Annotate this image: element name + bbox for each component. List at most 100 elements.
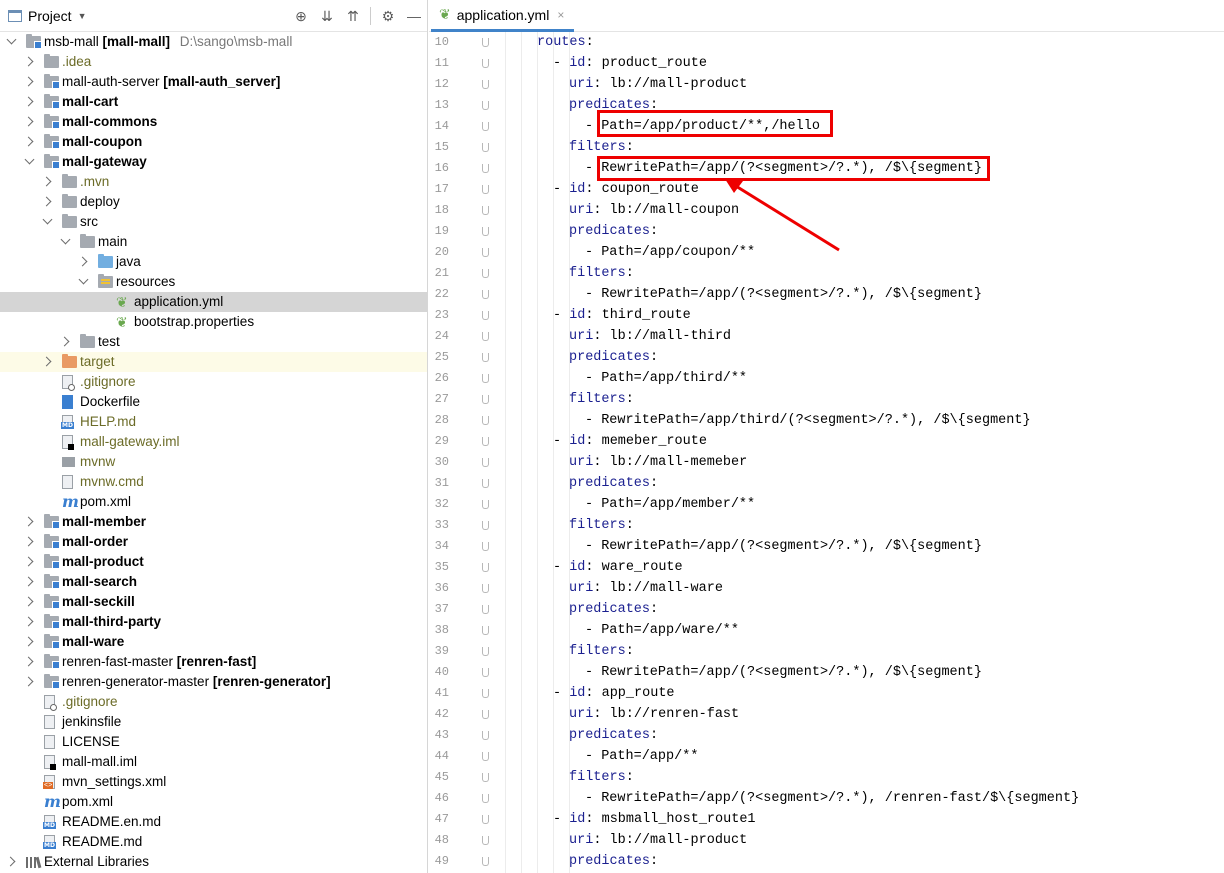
chevron-right-icon[interactable]: [23, 136, 34, 147]
fold-marker-icon[interactable]: [482, 353, 489, 362]
chevron-right-icon[interactable]: [23, 76, 34, 87]
tree-row[interactable]: mall-mall.iml: [0, 752, 427, 772]
fold-marker-icon[interactable]: [482, 38, 489, 47]
fold-marker-icon[interactable]: [482, 563, 489, 572]
fold-marker-icon[interactable]: [482, 374, 489, 383]
fold-marker-icon[interactable]: [482, 521, 489, 530]
chevron-right-icon[interactable]: [41, 196, 52, 207]
tree-row[interactable]: mall-auth-server [mall-auth_server]: [0, 72, 427, 92]
tree-row[interactable]: mall-search: [0, 572, 427, 592]
fold-marker-icon[interactable]: [482, 794, 489, 803]
fold-marker-icon[interactable]: [482, 248, 489, 257]
fold-marker-icon[interactable]: [482, 542, 489, 551]
chevron-right-icon[interactable]: [23, 616, 34, 627]
collapse-all-icon[interactable]: ⇈: [340, 8, 366, 25]
tree-row[interactable]: mall-order: [0, 532, 427, 552]
fold-marker-icon[interactable]: [482, 437, 489, 446]
fold-marker-icon[interactable]: [482, 689, 489, 698]
minimize-icon[interactable]: —: [401, 8, 427, 24]
fold-marker-icon[interactable]: [482, 605, 489, 614]
fold-marker-icon[interactable]: [482, 668, 489, 677]
tree-row[interactable]: renren-generator-master [renren-generato…: [0, 672, 427, 692]
fold-marker-icon[interactable]: [482, 836, 489, 845]
tree-row[interactable]: ❦ bootstrap.properties: [0, 312, 427, 332]
chevron-right-icon[interactable]: [41, 176, 52, 187]
fold-marker-icon[interactable]: [482, 773, 489, 782]
tree-row[interactable]: mall-third-party: [0, 612, 427, 632]
chevron-right-icon[interactable]: [23, 556, 34, 567]
fold-marker-icon[interactable]: [482, 815, 489, 824]
tree-row[interactable]: MD README.md: [0, 832, 427, 852]
project-view-selector[interactable]: Project: [28, 8, 72, 24]
tree-row[interactable]: mall-gateway: [0, 152, 427, 172]
chevron-down-icon[interactable]: [24, 154, 35, 165]
tree-row[interactable]: LICENSE: [0, 732, 427, 752]
chevron-right-icon[interactable]: [23, 516, 34, 527]
tree-row[interactable]: mall-product: [0, 552, 427, 572]
tree-row[interactable]: mvnw: [0, 452, 427, 472]
chevron-right-icon[interactable]: [23, 656, 34, 667]
tree-row[interactable]: MD HELP.md: [0, 412, 427, 432]
tree-row[interactable]: .gitignore: [0, 692, 427, 712]
fold-marker-icon[interactable]: [482, 584, 489, 593]
fold-marker-icon[interactable]: [482, 122, 489, 131]
tree-row[interactable]: mall-coupon: [0, 132, 427, 152]
fold-marker-icon[interactable]: [482, 458, 489, 467]
tree-row[interactable]: .mvn: [0, 172, 427, 192]
fold-marker-icon[interactable]: [482, 626, 489, 635]
chevron-down-icon[interactable]: [78, 274, 89, 285]
fold-marker-icon[interactable]: [482, 395, 489, 404]
tree-row[interactable]: renren-fast-master [renren-fast]: [0, 652, 427, 672]
chevron-right-icon[interactable]: [5, 856, 16, 867]
fold-marker-icon[interactable]: [482, 143, 489, 152]
chevron-right-icon[interactable]: [23, 116, 34, 127]
tree-row[interactable]: deploy: [0, 192, 427, 212]
expand-all-icon[interactable]: ⇊: [314, 8, 340, 25]
tree-row[interactable]: target: [0, 352, 427, 372]
tree-row[interactable]: mall-ware: [0, 632, 427, 652]
chevron-right-icon[interactable]: [77, 256, 88, 267]
chevron-right-icon[interactable]: [23, 536, 34, 547]
fold-marker-icon[interactable]: [482, 332, 489, 341]
tree-row[interactable]: m pom.xml: [0, 492, 427, 512]
fold-marker-icon[interactable]: [482, 857, 489, 866]
tree-row[interactable]: Dockerfile: [0, 392, 427, 412]
chevron-down-icon[interactable]: [60, 234, 71, 245]
fold-marker-icon[interactable]: [482, 59, 489, 68]
tree-row[interactable]: mall-commons: [0, 112, 427, 132]
tree-row[interactable]: .idea: [0, 52, 427, 72]
tree-row[interactable]: test: [0, 332, 427, 352]
tree-row[interactable]: java: [0, 252, 427, 272]
tree-row[interactable]: External Libraries: [0, 852, 427, 872]
fold-marker-icon[interactable]: [482, 710, 489, 719]
fold-marker-icon[interactable]: [482, 479, 489, 488]
tree-row[interactable]: m pom.xml: [0, 792, 427, 812]
tree-row[interactable]: MD README.en.md: [0, 812, 427, 832]
tree-row[interactable]: ❦ application.yml: [0, 292, 427, 312]
fold-marker-icon[interactable]: [482, 206, 489, 215]
gear-icon[interactable]: ⚙: [375, 8, 401, 25]
tree-row[interactable]: mall-seckill: [0, 592, 427, 612]
fold-marker-icon[interactable]: [482, 311, 489, 320]
tree-row[interactable]: .gitignore: [0, 372, 427, 392]
chevron-right-icon[interactable]: [23, 636, 34, 647]
fold-marker-icon[interactable]: [482, 185, 489, 194]
tree-row[interactable]: mvnw.cmd: [0, 472, 427, 492]
fold-marker-icon[interactable]: [482, 752, 489, 761]
fold-marker-icon[interactable]: [482, 227, 489, 236]
chevron-right-icon[interactable]: [59, 336, 70, 347]
tree-row[interactable]: <> mvn_settings.xml: [0, 772, 427, 792]
fold-marker-icon[interactable]: [482, 290, 489, 299]
fold-marker-icon[interactable]: [482, 416, 489, 425]
chevron-right-icon[interactable]: [41, 356, 52, 367]
tree-row[interactable]: mall-gateway.iml: [0, 432, 427, 452]
tree-row[interactable]: mall-member: [0, 512, 427, 532]
close-icon[interactable]: ×: [557, 8, 564, 22]
fold-marker-icon[interactable]: [482, 269, 489, 278]
fold-marker-icon[interactable]: [482, 101, 489, 110]
chevron-right-icon[interactable]: [23, 576, 34, 587]
target-icon[interactable]: ⊕: [288, 8, 314, 25]
fold-marker-icon[interactable]: [482, 731, 489, 740]
tree-row[interactable]: main: [0, 232, 427, 252]
tree-row[interactable]: msb-mall [mall-mall] D:\sango\msb-mall: [0, 32, 427, 52]
